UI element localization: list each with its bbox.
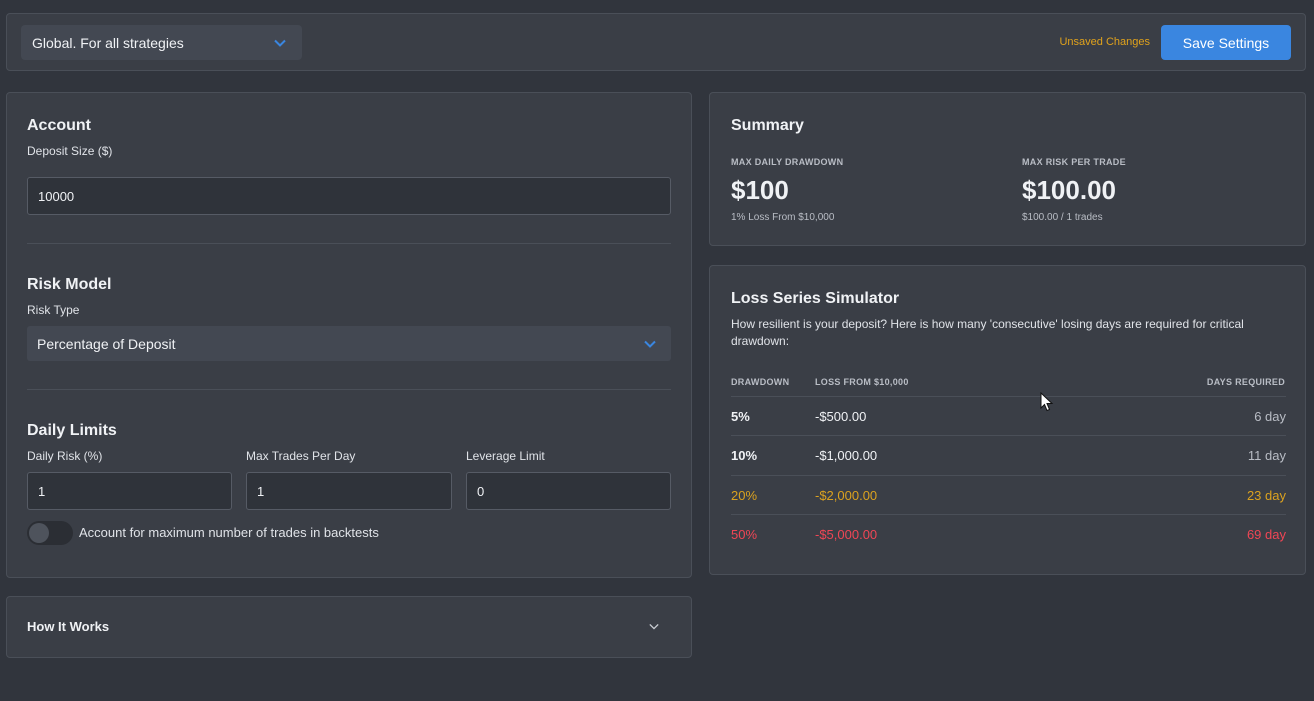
- max-daily-drawdown-label: MAX DAILY DRAWDOWN: [731, 157, 844, 167]
- max-daily-drawdown-value: $100: [731, 175, 789, 205]
- table-row: 5% -$500.00 6 day: [731, 396, 1286, 435]
- chevron-down-icon: [649, 623, 659, 630]
- toggle-knob: [29, 523, 49, 543]
- risk-type-select[interactable]: Percentage of Deposit: [27, 326, 671, 361]
- leverage-limit-input[interactable]: [466, 472, 671, 510]
- daily-risk-input[interactable]: [27, 472, 232, 510]
- days-cell: 69 day: [1246, 527, 1286, 542]
- loss-cell: -$500.00: [815, 409, 867, 424]
- days-cell: 6 day: [1254, 409, 1286, 424]
- mouse-pointer-icon: [1040, 392, 1054, 412]
- deposit-size-input[interactable]: [27, 177, 671, 215]
- max-trades-label: Max Trades Per Day: [246, 449, 356, 463]
- max-trades-input[interactable]: [246, 472, 452, 510]
- drawdown-cell: 20%: [731, 488, 758, 503]
- simulator-title: Loss Series Simulator: [731, 290, 900, 307]
- column-header-drawdown: DRAWDOWN: [731, 377, 790, 387]
- daily-risk-label: Daily Risk (%): [27, 449, 103, 463]
- simulator-description: How resilient is your deposit? Here is h…: [731, 317, 1244, 348]
- section-divider: [27, 389, 671, 390]
- account-section-title: Account: [27, 117, 91, 134]
- max-trades-backtest-label: Account for maximum number of trades in …: [79, 525, 379, 540]
- chevron-down-icon: [644, 340, 656, 348]
- risk-type-label: Risk Type: [27, 303, 80, 317]
- max-daily-drawdown-note: 1% Loss From $10,000: [731, 212, 835, 223]
- settings-header-bar: Global. For all strategies Unsaved Chang…: [6, 13, 1306, 71]
- how-it-works-accordion[interactable]: How It Works: [6, 596, 692, 658]
- table-row: 20% -$2,000.00 23 day: [731, 475, 1286, 514]
- drawdown-cell: 50%: [731, 527, 758, 542]
- risk-model-section-title: Risk Model: [27, 276, 112, 293]
- max-risk-per-trade-note: $100.00 / 1 trades: [1022, 212, 1103, 223]
- table-row: 50% -$5,000.00 69 day: [731, 514, 1286, 553]
- unsaved-changes-indicator: Unsaved Changes: [1059, 36, 1150, 48]
- how-it-works-title: How It Works: [27, 619, 110, 634]
- risk-type-value: Percentage of Deposit: [37, 335, 176, 352]
- column-header-days: DAYS REQUIRED: [1206, 377, 1285, 387]
- deposit-size-label: Deposit Size ($): [27, 144, 113, 158]
- days-cell: 23 day: [1246, 488, 1286, 503]
- max-trades-backtest-toggle[interactable]: [27, 521, 73, 545]
- summary-title: Summary: [731, 117, 804, 134]
- leverage-limit-label: Leverage Limit: [466, 449, 545, 463]
- strategy-scope-select[interactable]: Global. For all strategies: [21, 25, 302, 60]
- drawdown-cell: 10%: [731, 448, 758, 463]
- table-row: 10% -$1,000.00 11 day: [731, 435, 1286, 474]
- max-risk-per-trade-label: MAX RISK PER TRADE: [1022, 157, 1126, 167]
- loss-cell: -$1,000.00: [815, 448, 878, 463]
- daily-limits-section-title: Daily Limits: [27, 422, 117, 439]
- chevron-down-icon: [274, 39, 286, 47]
- days-cell: 11 day: [1247, 448, 1286, 463]
- loss-cell: -$2,000.00: [815, 488, 878, 503]
- save-settings-button[interactable]: Save Settings: [1161, 25, 1291, 60]
- loss-cell: -$5,000.00: [815, 527, 878, 542]
- section-divider: [27, 243, 671, 244]
- risk-settings-panel: Account Deposit Size ($) Risk Model Risk…: [6, 92, 692, 578]
- max-risk-per-trade-value: $100.00: [1022, 175, 1116, 205]
- strategy-scope-value: Global. For all strategies: [32, 34, 184, 51]
- loss-series-simulator-panel: Loss Series Simulator How resilient is y…: [709, 265, 1306, 575]
- column-header-loss: LOSS FROM $10,000: [815, 377, 909, 387]
- drawdown-cell: 5%: [731, 409, 750, 424]
- summary-panel: Summary MAX DAILY DRAWDOWN $100 1% Loss …: [709, 92, 1306, 246]
